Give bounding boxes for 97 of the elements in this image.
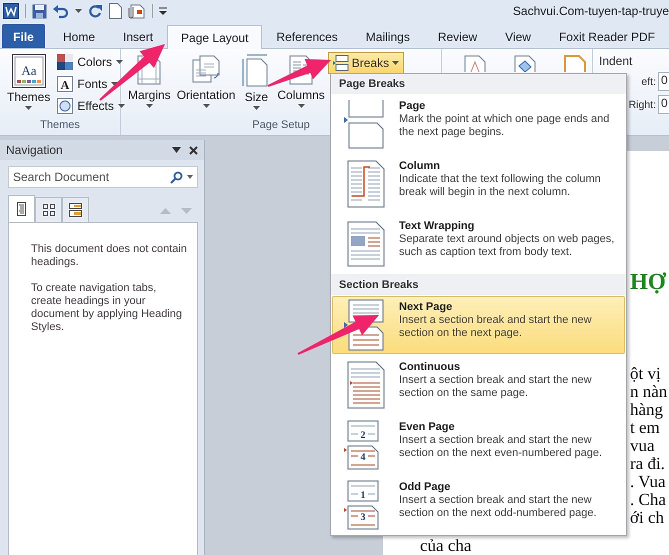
menu-item[interactable]: Column Indicate that the text following the column break will begin in the next column. <box>332 155 625 214</box>
page-setup-button[interactable]: Orientation <box>174 52 238 119</box>
ribbon-tab[interactable]: Foxit Reader PDF <box>544 25 669 48</box>
document-heading: HỢ <box>630 269 668 295</box>
close-icon[interactable] <box>189 146 198 154</box>
empty-message: To create navigation tabs, create headings in your document by applying Heading Styles. <box>31 282 184 334</box>
indent-label: Right: <box>628 98 656 110</box>
column-break-icon <box>346 160 386 208</box>
document-text: của cha <box>420 536 472 555</box>
effects-icon <box>57 98 74 114</box>
ribbon-tab[interactable]: View <box>491 25 545 48</box>
breaks-icon <box>332 55 349 71</box>
menu-item-description: Insert a section break and start the new section on the next page. <box>399 314 593 340</box>
menu-item-description: Insert a section break and start the new section on the next odd-numbered page. <box>399 494 598 520</box>
menu-item[interactable]: 2 4 Even Page Insert a section break and start the new section on the next even-numbered page. <box>332 416 625 474</box>
menu-item-description: Mark the point at which one page ends and the next page begins. <box>399 113 610 140</box>
indent-label: eft: <box>641 76 656 88</box>
menu-item-title: Even Page <box>399 420 456 433</box>
document-text: vua <box>630 437 656 455</box>
ribbon-tab[interactable]: Page Layout <box>167 25 262 49</box>
pointer-arrow <box>268 59 331 87</box>
color-swatch-icon <box>57 54 74 70</box>
caret-icon <box>252 106 260 110</box>
document-text: . Vua <box>630 473 666 491</box>
empty-message: This document does not contain headings. <box>31 243 188 269</box>
breaks-button[interactable]: Breaks <box>328 52 404 74</box>
document-text: t em <box>630 419 660 437</box>
navigation-tab[interactable] <box>8 195 35 222</box>
text-wrapping-break-icon <box>346 221 386 268</box>
ribbon-tab[interactable]: Insert <box>109 25 168 48</box>
document-text: ới ch <box>630 509 666 527</box>
menu-item[interactable]: 1 3 Odd Page Insert a section break and start the new section on the next odd-numbered page. <box>332 476 625 534</box>
document-text: ra đi. <box>630 455 666 473</box>
indent-label: Indent <box>599 54 634 68</box>
attachment-icon[interactable] <box>128 3 146 19</box>
search-field[interactable]: Search Document <box>8 166 198 188</box>
ribbon-tab[interactable]: References <box>262 25 352 48</box>
document-text: . Cha <box>630 491 667 509</box>
caret-icon <box>146 104 153 108</box>
undo-icon[interactable] <box>53 4 69 18</box>
caret-icon <box>298 104 305 108</box>
menu-item-title: Text Wrapping <box>399 220 476 232</box>
pane-title: Navigation <box>6 143 64 157</box>
menu-item[interactable]: Continuous Insert a section break and start the new section on the same page. <box>332 356 625 414</box>
menu-section-heading: Page Breaks <box>331 74 626 94</box>
ribbon-tab[interactable]: Mailings <box>352 25 424 48</box>
caret-icon <box>75 9 82 13</box>
menu-item-description: Insert a section break and start the new section on the next even-numbered page. <box>399 434 604 460</box>
themes-button[interactable]: Aa Themes <box>4 52 54 119</box>
search-input[interactable]: Search Document <box>13 170 166 184</box>
continuous-break-icon <box>346 360 386 409</box>
menu-item-description: Insert a section break and start the new section on the same page. <box>399 374 593 400</box>
menu-item-description: Indicate that the text following the column break will begin in the next column. <box>399 173 602 200</box>
customize-toolbar-icon[interactable] <box>159 6 167 16</box>
document-text: ột vị <box>630 365 662 383</box>
caret-icon <box>392 61 400 65</box>
menu-section-heading: Section Breaks <box>331 274 626 295</box>
themes-icon: Aa <box>12 54 46 88</box>
indent-field[interactable]: 0 <box>658 95 669 114</box>
redo-icon[interactable] <box>88 4 103 18</box>
indent-field[interactable]: 0 <box>658 72 669 91</box>
menu-item-title: Page <box>399 100 426 112</box>
group-label: Themes <box>40 119 80 133</box>
caret-icon <box>25 106 32 110</box>
menu-item-title: Continuous <box>399 360 462 373</box>
search-results-icon <box>69 203 82 217</box>
menu-item-title: Column <box>399 160 441 172</box>
menu-item[interactable]: Next Page Insert a section break and start the new section on the next page. <box>332 296 625 354</box>
font-icon: A <box>57 76 74 92</box>
menu-item[interactable]: Text Wrapping Separate text around objects on web pages, such as caption text from body text. <box>332 215 625 274</box>
window-title: Sachvui.Com-tuyen-tap-truye <box>512 4 669 18</box>
ribbon-tab[interactable]: Review <box>424 25 492 48</box>
ribbon-tab[interactable]: Home <box>49 25 110 48</box>
page-setup-button[interactable]: Size <box>238 52 274 119</box>
document-text: hàng <box>630 401 664 419</box>
dropdown-icon[interactable] <box>187 175 193 179</box>
theme-option-button[interactable]: Colors <box>57 52 125 71</box>
new-document-icon[interactable] <box>109 3 122 19</box>
thumbnails-icon <box>42 204 54 216</box>
save-icon[interactable] <box>32 4 47 18</box>
menu-item-title: Odd Page <box>399 480 452 493</box>
app-icon[interactable] <box>3 3 19 19</box>
menu-item-description: Separate text around objects on web pages, such as caption text from body text. <box>399 233 616 260</box>
dropdown-icon[interactable] <box>172 147 181 153</box>
menu-item[interactable]: Page Mark the point at which one page ends and the next page begins. <box>332 95 625 154</box>
navigation-tab[interactable] <box>62 197 89 222</box>
theme-option-button[interactable]: Effects <box>57 96 125 115</box>
caret-icon <box>118 104 125 108</box>
caret-icon <box>202 104 210 108</box>
caret-icon <box>116 60 124 64</box>
search-icon[interactable] <box>170 170 183 184</box>
menu-item-title: Next Page <box>399 300 454 313</box>
ribbon-tab[interactable]: File <box>2 24 45 48</box>
navigation-tab[interactable] <box>35 197 62 222</box>
document-outline-icon <box>17 202 26 216</box>
document-text: n nàn <box>630 383 668 401</box>
group-label: Page Setup <box>252 119 310 133</box>
